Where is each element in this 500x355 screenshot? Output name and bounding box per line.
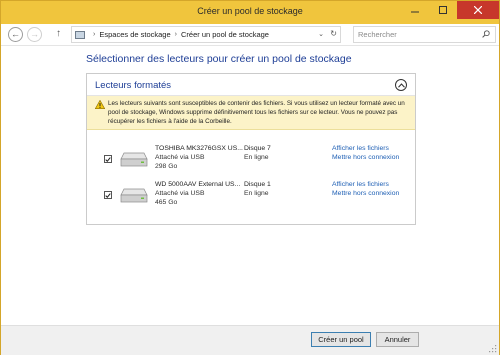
drive-size: 465 Go [155, 199, 178, 206]
dialog-footer: Créer un pool Annuler [1, 325, 499, 355]
drive-connection: Attaché via USB [155, 190, 205, 197]
list-item: WD 5000AAV External US... Attaché via US… [87, 181, 415, 221]
navigation-bar: ← → ↑ › Espaces de stockage › Créer un p… [1, 24, 499, 46]
hard-drive-icon [120, 188, 148, 203]
warning-icon [95, 100, 105, 109]
drive-name: WD 5000AAV External US... [155, 181, 241, 188]
drive-disk-number: Disque 1 [244, 181, 271, 188]
up-arrow-icon: ↑ [56, 28, 61, 39]
chevron-down-icon[interactable]: ⌄ [318, 30, 324, 38]
forward-button[interactable]: → [27, 27, 42, 42]
search-input[interactable]: Rechercher [353, 26, 496, 43]
cancel-button[interactable]: Annuler [376, 332, 419, 347]
view-files-link[interactable]: Afficher les fichiers [332, 145, 389, 152]
drive-connection: Attaché via USB [155, 154, 205, 161]
view-files-link[interactable]: Afficher les fichiers [332, 181, 389, 188]
resize-grip-icon[interactable] [489, 345, 497, 353]
warning-banner: Les lecteurs suivants sont susceptibles … [87, 96, 415, 130]
chevron-up-icon [397, 82, 405, 88]
breadcrumb-separator-icon: › [174, 31, 177, 38]
list-item: TOSHIBA MK3276GSX US... Attaché via USB … [87, 145, 415, 185]
breadcrumb-separator-icon: › [93, 31, 96, 38]
back-arrow-icon: ← [11, 29, 20, 39]
window-controls [401, 1, 499, 24]
warning-text: Les lecteurs suivants sont susceptibles … [108, 100, 405, 126]
minimize-icon [411, 11, 419, 13]
checkmark-icon [105, 192, 111, 198]
section-title: Lecteurs formatés [95, 80, 172, 91]
create-pool-button[interactable]: Créer un pool [311, 332, 371, 347]
back-button[interactable]: ← [8, 27, 23, 42]
take-offline-link[interactable]: Mettre hors connexion [332, 154, 399, 161]
breadcrumb-create-pool[interactable]: Créer un pool de stockage [181, 30, 269, 39]
close-button[interactable] [457, 1, 499, 19]
take-offline-link[interactable]: Mettre hors connexion [332, 190, 399, 197]
drive-checkbox[interactable] [104, 191, 112, 199]
drive-disk-number: Disque 7 [244, 145, 271, 152]
breadcrumb-storage-spaces[interactable]: Espaces de stockage [99, 30, 170, 39]
title-bar[interactable]: Créer un pool de stockage [1, 1, 499, 24]
refresh-icon[interactable]: ↻ [330, 29, 337, 38]
collapse-button[interactable] [395, 79, 407, 91]
storage-spaces-icon [75, 30, 85, 39]
maximize-icon [439, 6, 447, 14]
minimize-button[interactable] [401, 1, 429, 19]
up-button[interactable]: ↑ [56, 28, 61, 39]
formatted-drives-panel: Lecteurs formatés Les lecteurs suivants … [86, 73, 416, 225]
drive-checkbox[interactable] [104, 155, 112, 163]
section-header[interactable]: Lecteurs formatés [87, 74, 415, 96]
close-icon [474, 6, 482, 14]
drive-name: TOSHIBA MK3276GSX US... [155, 145, 243, 152]
address-bar[interactable]: › Espaces de stockage › Créer un pool de… [71, 26, 341, 43]
drive-status: En ligne [244, 154, 269, 161]
page-title: Sélectionner des lecteurs pour créer un … [86, 53, 352, 65]
hard-drive-icon [120, 152, 148, 167]
window: Créer un pool de stockage ← → ↑ › Espace… [0, 0, 500, 355]
search-placeholder: Rechercher [358, 30, 397, 39]
maximize-button[interactable] [429, 1, 457, 19]
forward-arrow-icon: → [30, 29, 39, 39]
drive-size: 298 Go [155, 163, 178, 170]
search-icon[interactable] [482, 30, 490, 38]
drive-status: En ligne [244, 190, 269, 197]
checkmark-icon [105, 156, 111, 162]
